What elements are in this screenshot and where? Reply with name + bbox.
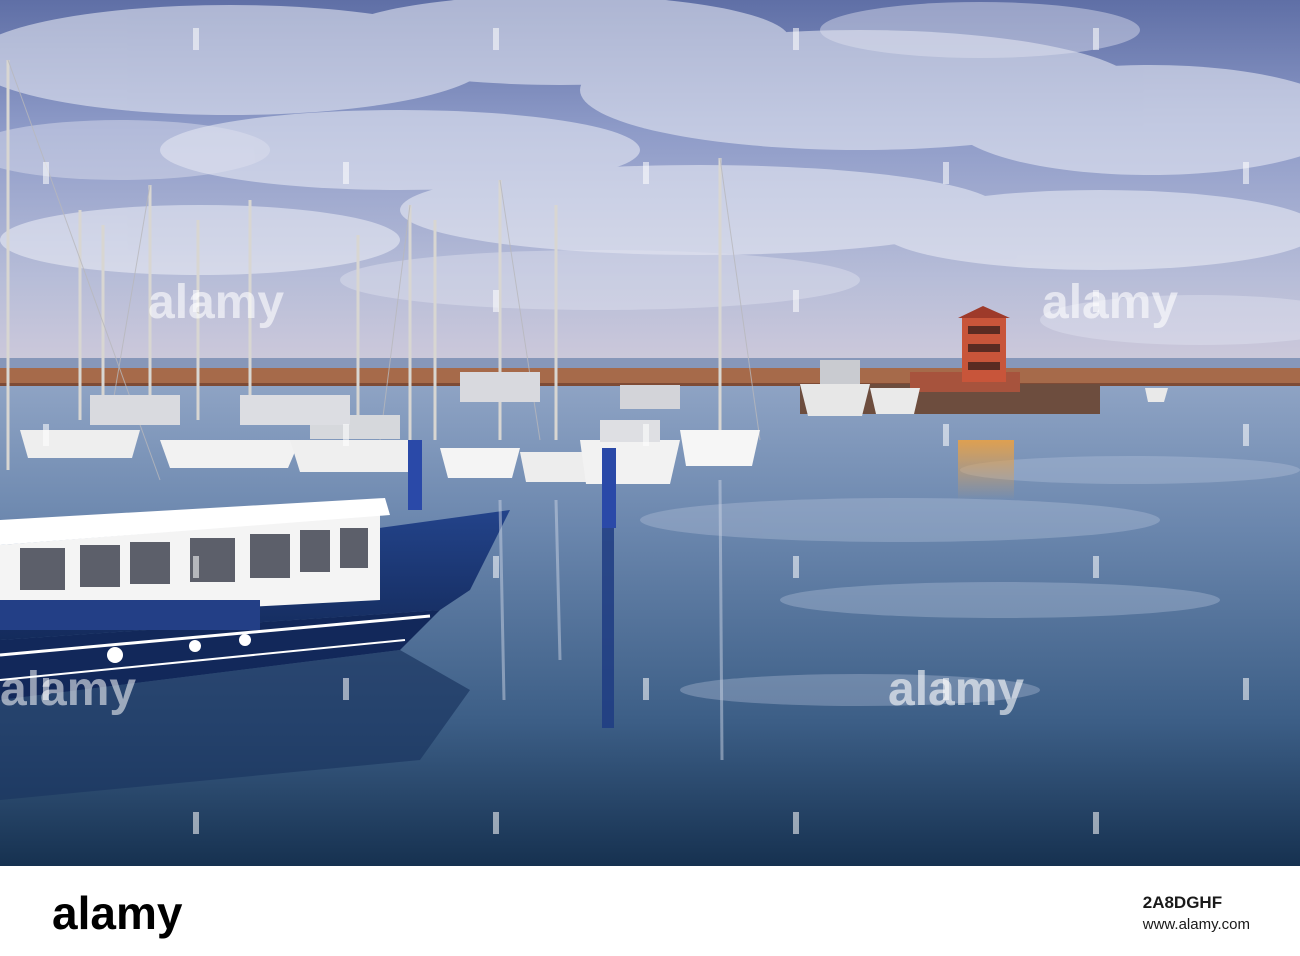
tower-reflection — [958, 440, 1014, 500]
marina-photo: alamy alamy alamy alamy — [0, 0, 1300, 866]
stock-photo-frame: alamy alamy alamy alamy alamy 2A8DGHF ww… — [0, 0, 1300, 956]
image-id: 2A8DGHF — [1142, 893, 1223, 912]
footer-bar: alamy 2A8DGHF www.alamy.com — [0, 866, 1300, 956]
harbour-tower — [958, 306, 1010, 382]
site-url[interactable]: www.alamy.com — [1143, 914, 1250, 936]
footer-logo[interactable]: alamy — [52, 886, 182, 940]
svg-text:alamy: alamy — [1042, 276, 1178, 329]
footer-meta: 2A8DGHF www.alamy.com — [1143, 892, 1250, 936]
svg-text:alamy: alamy — [888, 663, 1024, 716]
svg-text:alamy: alamy — [0, 663, 136, 716]
svg-text:alamy: alamy — [148, 276, 284, 329]
